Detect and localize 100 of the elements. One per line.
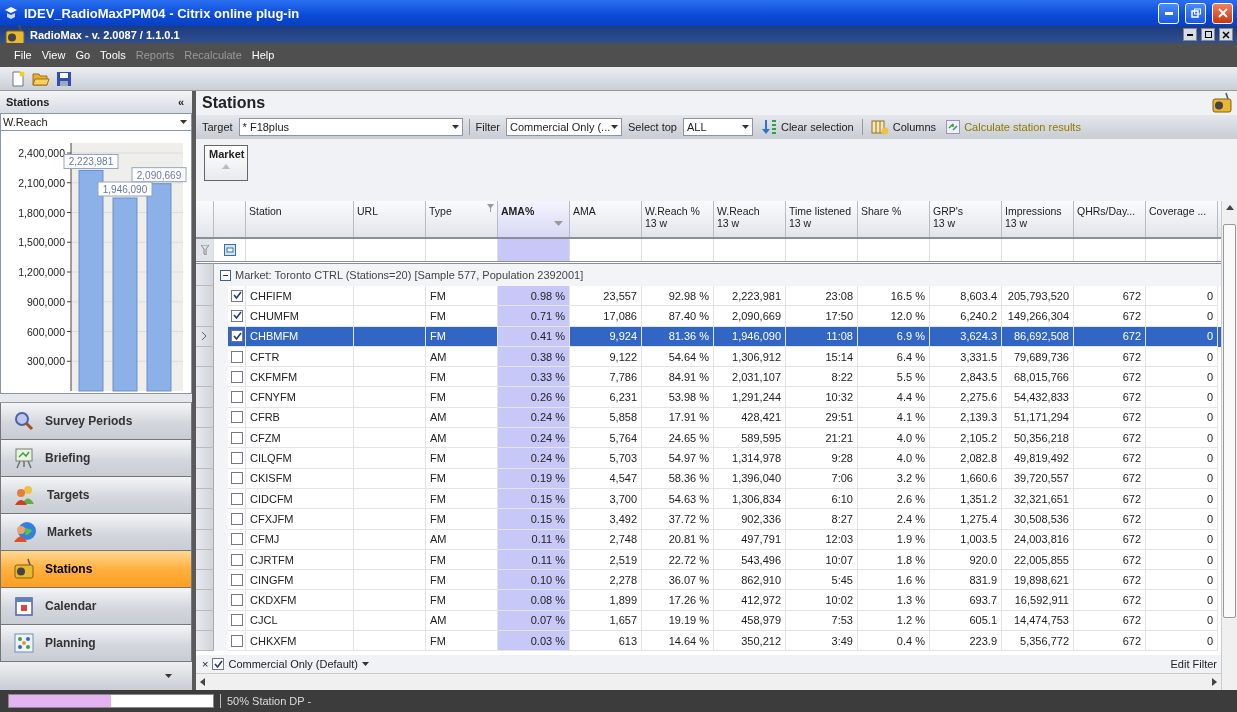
table-row[interactable]: CFMJ AM 0.11 % 2,748 20.81 % 497,791 12:03 1.9 % 1,003.5 24,003,816 672 0	[196, 529, 1221, 550]
checkbox[interactable]	[231, 634, 243, 647]
table-row[interactable]: CJRTFM FM 0.11 % 2,519 22.72 % 543,496 10:07 1.8 % 920.0 22,005,855 672 0	[196, 549, 1221, 571]
row-header[interactable]	[196, 346, 214, 368]
column-header[interactable]: QHRs/Day...	[1074, 201, 1146, 237]
filter-name[interactable]: Commercial Only (Default)	[228, 658, 359, 670]
row-header[interactable]	[196, 488, 214, 510]
column-header[interactable]: Time listened 13 w	[786, 201, 858, 237]
minimize-button[interactable]	[1183, 28, 1197, 41]
caret-icon[interactable]	[362, 662, 370, 666]
row-header[interactable]	[196, 367, 214, 388]
table-row[interactable]: CFTR AM 0.38 % 9,122 54.64 % 1,306,912 15:14 6.4 % 3,331.5 79,689,736 672 0	[196, 346, 1221, 368]
table-row[interactable]: CILQFM FM 0.24 % 5,703 54.97 % 1,314,978 9:28 4.0 % 2,082.8 49,819,492 672 0	[196, 448, 1221, 469]
checkbox[interactable]	[231, 309, 243, 322]
nav-button[interactable]: Briefing	[0, 440, 192, 477]
checkbox[interactable]	[231, 452, 243, 464]
column-header[interactable]: AMA	[570, 201, 642, 237]
table-row[interactable]: CJCL AM 0.07 % 1,657 19.19 % 458,979 7:53 1.2 % 605.1 14,474,753 672 0	[196, 610, 1221, 632]
nav-button[interactable]: Stations	[0, 551, 192, 588]
save-icon[interactable]	[56, 70, 72, 87]
row-header[interactable]	[196, 326, 214, 347]
row-header[interactable]	[196, 529, 214, 550]
measure-dropdown[interactable]: W.Reach	[0, 113, 192, 131]
row-header[interactable]	[196, 407, 214, 429]
menu-item[interactable]: Tools	[100, 49, 126, 61]
menu-item[interactable]: View	[41, 49, 66, 61]
splitter[interactable]	[0, 394, 192, 403]
group-row[interactable]: Market: Toronto CTRL (Stations=20) [Sample 577, Population 2392001]	[196, 264, 1221, 286]
collapse-button[interactable]: «	[177, 96, 184, 108]
table-row[interactable]: CINGFM FM 0.10 % 2,278 36.07 % 862,910 5:45 1.6 % 831.9 19,898,621 672 0	[196, 570, 1221, 591]
table-row[interactable]: CFXJFM FM 0.15 % 3,492 37.72 % 902,336 8:27 2.4 % 1,275.4 30,508,536 672 0	[196, 509, 1221, 530]
open-folder-icon[interactable]	[32, 70, 50, 87]
clear-selection-button[interactable]: Clear selection	[758, 119, 856, 135]
checkbox[interactable]	[231, 492, 243, 505]
column-header[interactable]: Station	[246, 201, 354, 237]
table-row[interactable]: CHFIFM FM 0.98 % 23,557 92.98 % 2,223,981 23:08 16.5 % 8,603.4 205,793,520 672 0	[196, 286, 1221, 307]
column-header[interactable]: W.Reach 13 w	[714, 201, 786, 237]
horizontal-scrollbar[interactable]	[196, 673, 1221, 690]
column-header[interactable]: URL	[354, 201, 426, 237]
table-row[interactable]: CIDCFM FM 0.15 % 3,700 54.63 % 1,306,834 6:10 2.6 % 1,351.2 32,321,651 672 0	[196, 488, 1221, 510]
checkbox[interactable]	[231, 370, 243, 383]
table-row[interactable]: CFZM AM 0.24 % 5,764 24.65 % 589,595 21:21 4.0 % 2,105.2 50,356,218 672 0	[196, 428, 1221, 449]
row-header[interactable]	[196, 306, 214, 327]
checkbox[interactable]	[231, 533, 243, 546]
table-row[interactable]: CKDXFM FM 0.08 % 1,899 17.26 % 412,972 10:02 1.3 % 693.7 16,592,911 672 0	[196, 590, 1221, 611]
column-header[interactable]: W.Reach % 13 w	[642, 201, 714, 237]
nav-button[interactable]: Markets	[0, 514, 192, 551]
row-header[interactable]	[196, 631, 214, 652]
column-header[interactable]: Impressions 13 w	[1002, 201, 1074, 237]
row-header[interactable]	[196, 428, 214, 449]
filter-cell[interactable]	[498, 239, 570, 261]
row-header[interactable]	[196, 590, 214, 611]
filter-icon[interactable]	[200, 245, 209, 255]
column-header[interactable]: AMA%	[498, 201, 570, 237]
group-by-chip[interactable]: Market	[204, 145, 248, 181]
row-header[interactable]	[196, 509, 214, 530]
row-header[interactable]	[196, 387, 214, 408]
new-document-icon[interactable]	[10, 70, 26, 87]
table-row[interactable]: CHBMFM FM 0.41 % 9,924 81.36 % 1,946,090 11:08 6.9 % 3,624.3 86,692,508 672 0	[196, 326, 1221, 347]
filter-dropdown[interactable]: Commercial Only (...	[506, 118, 623, 136]
table-row[interactable]: CKFMFM FM 0.33 % 7,786 84.91 % 2,031,107 8:22 5.5 % 2,843.5 68,015,766 672 0	[196, 367, 1221, 388]
nav-button[interactable]: Planning	[0, 625, 192, 662]
scroll-thumb[interactable]	[1223, 224, 1236, 618]
table-row[interactable]: CKISFM FM 0.19 % 4,547 58.36 % 1,396,040 7:06 3.2 % 1,660.6 39,720,557 672 0	[196, 468, 1221, 489]
column-header[interactable]: Share %	[858, 201, 930, 237]
checkbox[interactable]	[231, 431, 243, 444]
checkbox[interactable]	[231, 553, 243, 566]
target-dropdown[interactable]: * F18plus	[238, 118, 463, 136]
checkbox[interactable]	[231, 330, 243, 343]
scroll-left-icon[interactable]	[200, 678, 205, 686]
filter-row-icon[interactable]	[223, 244, 236, 256]
scroll-up-icon[interactable]	[1225, 205, 1234, 210]
checkbox[interactable]	[231, 594, 243, 607]
checkbox[interactable]	[231, 289, 243, 302]
table-row[interactable]: CHUMFM FM 0.71 % 17,086 87.40 % 2,090,669 17:50 12.0 % 6,240.2 149,266,304 672 0	[196, 306, 1221, 327]
column-header[interactable]: Coverage ...	[1146, 201, 1218, 237]
nav-button[interactable]: Survey Periods	[0, 403, 192, 440]
menu-item[interactable]: Go	[75, 49, 91, 61]
caret-icon[interactable]	[741, 125, 749, 129]
checkbox[interactable]	[231, 614, 243, 627]
caret-icon[interactable]	[451, 125, 459, 129]
row-header[interactable]	[196, 570, 214, 591]
close-button[interactable]	[1219, 28, 1233, 41]
row-header[interactable]	[196, 468, 214, 489]
checkbox[interactable]	[212, 658, 225, 670]
checkbox[interactable]	[231, 350, 243, 363]
menu-item[interactable]: Help	[251, 49, 275, 61]
caret-icon[interactable]	[180, 120, 187, 124]
column-header[interactable]: GRP's 13 w	[930, 201, 1002, 237]
row-header[interactable]	[196, 286, 214, 307]
table-row[interactable]: CFNYFM FM 0.26 % 6,231 53.98 % 1,291,244 10:32 4.4 % 2,275.6 54,432,833 672 0	[196, 387, 1221, 408]
nav-button[interactable]: Targets	[0, 477, 192, 514]
select-top-dropdown[interactable]: ALL	[682, 118, 753, 136]
nav-button[interactable]: Calendar	[0, 588, 192, 625]
scroll-right-icon[interactable]	[1212, 678, 1217, 686]
collapse-icon[interactable]	[220, 269, 231, 281]
filter-icon[interactable]	[487, 204, 494, 212]
menu-item[interactable]: File	[14, 49, 32, 61]
row-header[interactable]	[196, 448, 214, 469]
caret-icon[interactable]	[165, 674, 172, 678]
